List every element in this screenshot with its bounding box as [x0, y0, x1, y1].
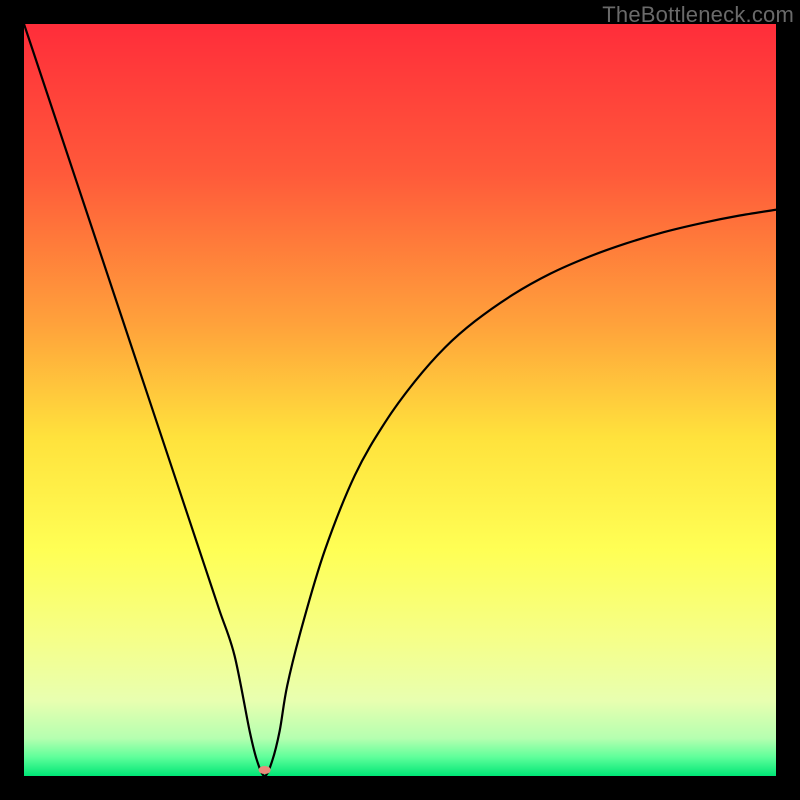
bottleneck-chart — [24, 24, 776, 776]
chart-frame — [24, 24, 776, 776]
min-point-marker — [259, 766, 271, 774]
